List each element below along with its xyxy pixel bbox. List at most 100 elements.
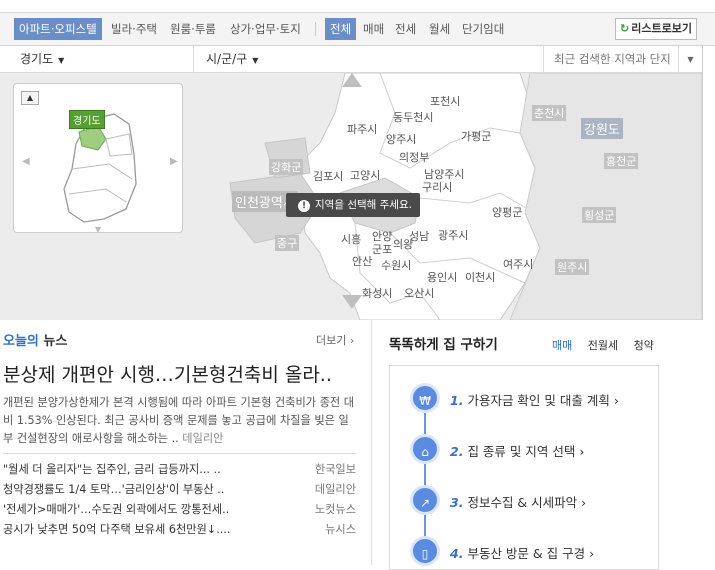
region-map[interactable]: 포천시 동두천시 파주시 양주시 가평군 의정부 강화군 김포시 고양시 남양주… bbox=[0, 73, 702, 320]
guide-tab-subscription[interactable]: 청약 bbox=[634, 339, 654, 352]
list-view-label: 리스트로보기 bbox=[631, 22, 692, 35]
chart-icon: ↗ bbox=[410, 485, 440, 515]
guide-title: 똑똑하게 집 구하기 bbox=[389, 337, 498, 353]
news-list-item[interactable]: "월세 더 올리자"는 집주인, 금리 급등까지... .. 한국일보 bbox=[3, 461, 356, 481]
guide-step-label: 3. 정보수집 & 시세파악 › bbox=[450, 495, 587, 510]
news-item-title: "월세 더 올리자"는 집주인, 금리 급등까지... .. bbox=[3, 463, 221, 476]
guide-tab-rent[interactable]: 전월세 bbox=[588, 339, 618, 352]
map-region-label[interactable]: 춘천시 bbox=[532, 105, 567, 121]
property-type-tabbar: 아파트·오피스텔 빌라·주택 원룸·투룸 상가·업무·토지 전체 매매 전세 월… bbox=[0, 12, 715, 46]
map-region-label[interactable]: 광주시 bbox=[438, 227, 468, 243]
news-item-title: '전세가>매매가'…수도권 외곽에서도 깡통전세.. bbox=[3, 503, 230, 516]
side-panel-edge bbox=[702, 46, 715, 320]
tab-commercial[interactable]: 상가·업무·토지 bbox=[230, 18, 301, 40]
alert-icon: ! bbox=[298, 200, 310, 212]
tab-deal-sale[interactable]: 매매 bbox=[363, 18, 384, 40]
province-select[interactable]: 경기도 ▼ bbox=[20, 46, 64, 73]
map-region-label[interactable]: 수원시 bbox=[381, 257, 411, 273]
map-region-label[interactable]: 오산시 bbox=[404, 285, 434, 301]
map-region-label[interactable]: 용인시 bbox=[427, 269, 457, 285]
korea-minimap[interactable]: ▲ ◀ ▶ ▼ 경기도 bbox=[13, 83, 183, 234]
guide-tab-sale[interactable]: 매매 bbox=[552, 339, 572, 352]
map-region-label[interactable]: 시흥 bbox=[341, 231, 361, 247]
tab-deal-short[interactable]: 단기임대 bbox=[462, 18, 504, 40]
map-region-label[interactable]: 포천시 bbox=[430, 93, 460, 109]
news-heading-highlight: 오늘의 bbox=[3, 334, 39, 349]
guide-step-label: 2. 집 종류 및 지역 선택 › bbox=[450, 444, 585, 459]
map-region-label[interactable]: 홍천군 bbox=[604, 153, 639, 169]
map-region-label[interactable]: 동두천시 bbox=[393, 109, 433, 125]
map-region-label[interactable]: 이천시 bbox=[465, 269, 495, 285]
news-list-item[interactable]: '전세가>매매가'…수도권 외곽에서도 깡통전세.. 노컷뉴스 bbox=[3, 501, 356, 521]
svg-text:◀: ◀ bbox=[22, 156, 30, 167]
map-region-label[interactable]: 여주시 bbox=[503, 256, 533, 272]
map-region-label[interactable]: 고양시 bbox=[350, 167, 380, 183]
map-region-label[interactable]: 김포시 bbox=[313, 168, 343, 184]
guide-step-label: 1. 가용자금 확인 및 대출 계획 › bbox=[450, 393, 619, 408]
divider bbox=[3, 453, 356, 454]
won-icon: ₩ bbox=[410, 383, 440, 413]
tab-divider bbox=[315, 22, 316, 36]
map-scroll-down-marker[interactable] bbox=[342, 295, 362, 309]
house-icon: ⌂ bbox=[410, 434, 440, 464]
news-list-item[interactable]: 청약경쟁률도 1/4 토막…'금리인상'이 부동산 .. 데일리안 bbox=[3, 481, 356, 501]
map-region-label[interactable]: 안산 bbox=[352, 253, 372, 269]
map-region-label[interactable]: 가평군 bbox=[461, 128, 491, 144]
recent-search-field[interactable]: 최근 검색한 지역과 단지 bbox=[543, 46, 678, 73]
door-icon: ▯ bbox=[410, 536, 440, 566]
guide-step-label: 4. 부동산 방문 & 집 구경 › bbox=[450, 546, 595, 561]
minimap-selected-label: 경기도 bbox=[69, 110, 105, 129]
news-summary-source: 데일리안 bbox=[182, 432, 224, 445]
chevron-down-icon: ▼ bbox=[252, 56, 259, 65]
tab-apartment[interactable]: 아파트·오피스텔 bbox=[14, 18, 102, 40]
map-region-label[interactable]: 양주시 bbox=[386, 131, 416, 147]
district-select-value: 시/군/구 bbox=[206, 52, 248, 66]
map-region-label[interactable]: 양평군 bbox=[492, 204, 522, 220]
province-select-value: 경기도 bbox=[20, 52, 54, 66]
map-region-label[interactable]: 의정부 bbox=[399, 149, 429, 165]
news-heading-rest: 뉴스 bbox=[38, 334, 68, 349]
svg-text:▼: ▼ bbox=[95, 225, 102, 234]
svg-text:▶: ▶ bbox=[170, 156, 178, 167]
chevron-down-icon: ▼ bbox=[58, 56, 65, 65]
map-region-label[interactable]: 원주시 bbox=[555, 259, 590, 275]
tab-deal-all[interactable]: 전체 bbox=[325, 18, 357, 40]
news-item-title: 청약경쟁률도 1/4 토막…'금리인상'이 부동산 .. bbox=[3, 483, 225, 496]
news-list-item[interactable]: 공시가 낮추면 50억 다주택 보유세 6천만원↓.... 뉴시스 bbox=[3, 521, 356, 541]
refresh-icon: ↻ bbox=[620, 22, 630, 35]
map-region-label[interactable]: 구리시 bbox=[422, 179, 452, 195]
news-headline[interactable]: 분상제 개편안 시행…기본형건축비 올라.. bbox=[3, 360, 358, 387]
list-view-button[interactable]: ↻ 리스트로보기 bbox=[615, 18, 697, 40]
news-item-source: 데일리안 bbox=[314, 483, 356, 496]
district-select[interactable]: 시/군/구 ▼ bbox=[206, 46, 258, 73]
map-scroll-up-marker[interactable] bbox=[342, 73, 362, 87]
map-region-label[interactable]: 횡성군 bbox=[582, 207, 617, 223]
steps-connector bbox=[424, 398, 426, 558]
news-heading: 오늘의 뉴스 bbox=[3, 330, 67, 349]
news-more-link[interactable]: 더보기 › bbox=[316, 332, 354, 348]
tab-deal-jeonse[interactable]: 전세 bbox=[395, 18, 416, 40]
news-item-title: 공시가 낮추면 50억 다주택 보유세 6천만원↓.... bbox=[3, 523, 231, 536]
tab-villa[interactable]: 빌라·주택 bbox=[111, 18, 157, 40]
news-summary-text: 개편된 분양가상한제가 본격 시행됨에 따라 아파트 기본형 건축비가 종전 대… bbox=[3, 396, 355, 445]
section-divider bbox=[371, 320, 372, 565]
filter-divider bbox=[193, 46, 194, 73]
map-region-label[interactable]: 화성시 bbox=[362, 285, 392, 301]
korea-outline-icon: ◀ ▶ ▼ bbox=[22, 113, 178, 234]
map-region-label[interactable]: 의왕 bbox=[393, 236, 413, 252]
map-region-label[interactable]: 중구 bbox=[275, 235, 300, 251]
tab-deal-monthly[interactable]: 월세 bbox=[429, 18, 450, 40]
map-region-label[interactable]: 강화군 bbox=[269, 159, 304, 175]
map-province-label[interactable]: 강원도 bbox=[581, 118, 623, 139]
map-region-label[interactable]: 파주시 bbox=[347, 121, 377, 137]
tab-oneroom[interactable]: 원룸·투룸 bbox=[170, 18, 216, 40]
recent-search-dropdown[interactable]: ▼ bbox=[678, 46, 702, 73]
region-filter-bar: 경기도 ▼ 시/군/구 ▼ 최근 검색한 지역과 단지 ▼ bbox=[0, 46, 715, 73]
news-summary[interactable]: 개편된 분양가상한제가 본격 시행됨에 따라 아파트 기본형 건축비가 종전 대… bbox=[3, 394, 356, 448]
news-item-source: 한국일보 bbox=[314, 463, 356, 476]
news-item-source: 노컷뉴스 bbox=[314, 503, 356, 516]
map-region-label[interactable]: 군포 bbox=[372, 241, 392, 257]
toast-text: 지역을 선택해 주세요. bbox=[315, 199, 412, 211]
news-item-source: 뉴시스 bbox=[325, 523, 356, 536]
select-region-toast: ! 지역을 선택해 주세요. bbox=[286, 193, 420, 217]
